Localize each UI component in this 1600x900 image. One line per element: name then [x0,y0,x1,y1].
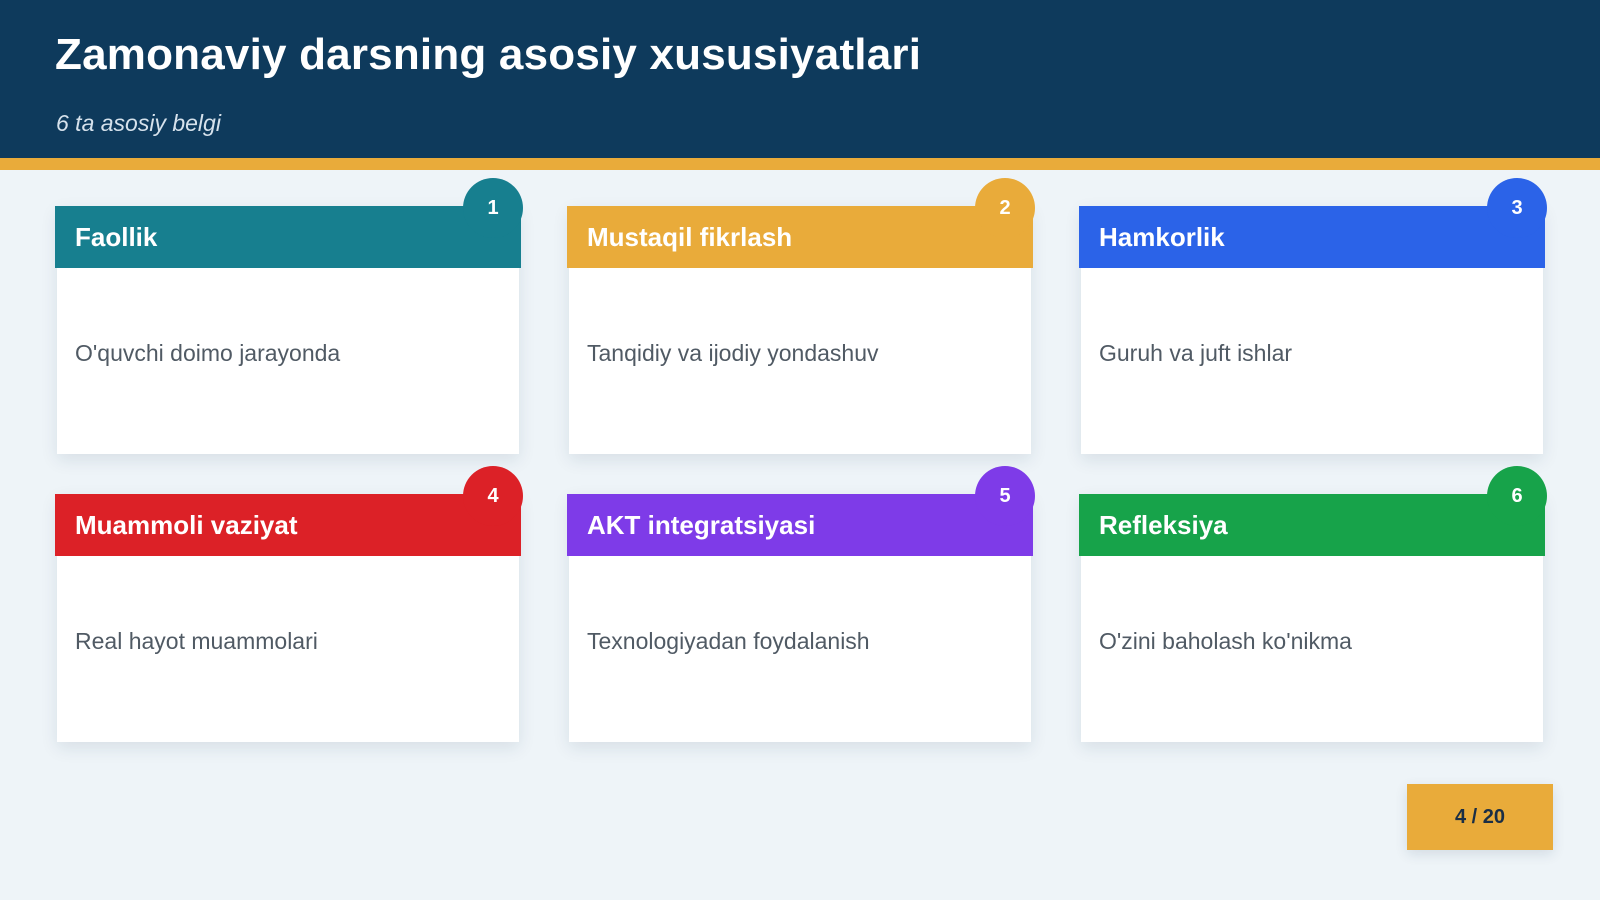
page-title: Zamonaviy darsning asosiy xususiyatlari [55,30,922,79]
feature-card: Muammoli vaziyat 4 Real hayot muammolari [55,466,523,742]
feature-cards-grid: Faollik 1 O'quvchi doimo jarayonda Musta… [55,178,1547,742]
card-header: Faollik [55,206,521,268]
card-number-badge: 5 [975,466,1035,526]
feature-card: Refleksiya 6 O'zini baholash ko'nikma [1079,466,1547,742]
page-indicator: 4 / 20 [1407,784,1553,850]
card-description: O'zini baholash ko'nikma [1099,628,1352,654]
card-description: Guruh va juft ishlar [1099,340,1293,366]
card-description: Texnologiyadan foydalanish [587,628,870,654]
header-accent-stripe [0,158,1600,170]
page-subtitle: 6 ta asosiy belgi [56,110,221,136]
card-header: Muammoli vaziyat [55,494,521,556]
feature-card: AKT integratsiyasi 5 Texnologiyadan foyd… [567,466,1035,742]
card-number-badge: 3 [1487,178,1547,238]
feature-card: Mustaqil fikrlash 2 Tanqidiy va ijodiy y… [567,178,1035,454]
feature-card: Faollik 1 O'quvchi doimo jarayonda [55,178,523,454]
card-description: Tanqidiy va ijodiy yondashuv [587,340,879,366]
card-number-badge: 2 [975,178,1035,238]
card-header: AKT integratsiyasi [567,494,1033,556]
card-header: Refleksiya [1079,494,1545,556]
card-description: O'quvchi doimo jarayonda [75,340,341,366]
card-number-badge: 6 [1487,466,1547,526]
card-header: Hamkorlik [1079,206,1545,268]
card-description: Real hayot muammolari [75,628,318,654]
card-header: Mustaqil fikrlash [567,206,1033,268]
card-number-badge: 1 [463,178,523,238]
feature-card: Hamkorlik 3 Guruh va juft ishlar [1079,178,1547,454]
card-number-badge: 4 [463,466,523,526]
header-bar: Zamonaviy darsning asosiy xususiyatlari … [0,0,1600,158]
